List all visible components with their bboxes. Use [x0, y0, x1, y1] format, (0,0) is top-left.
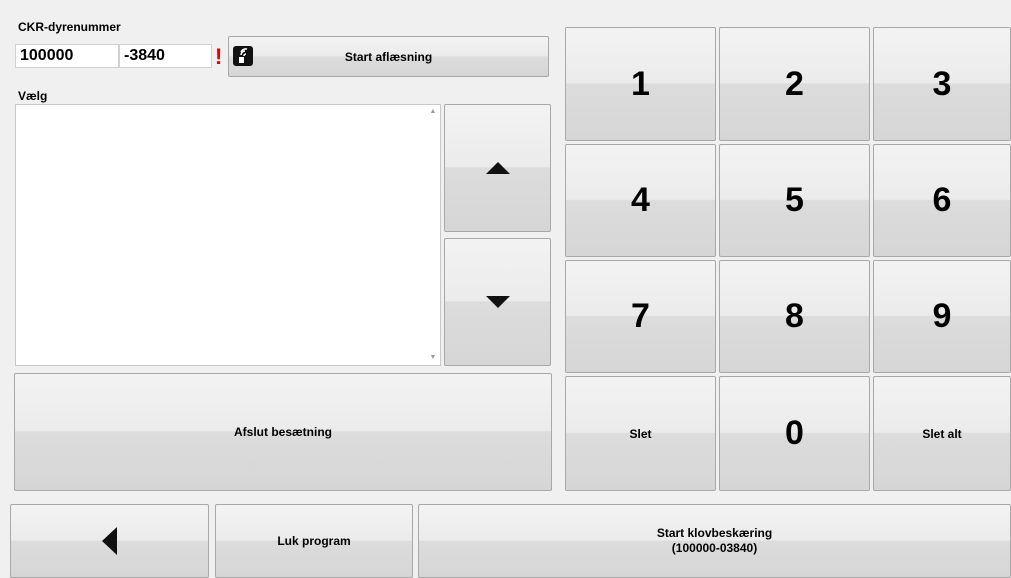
arrow-down-icon: [485, 296, 510, 308]
keypad-key-6[interactable]: 6: [873, 144, 1011, 257]
keypad-key-4[interactable]: 4: [565, 144, 716, 257]
keypad-key-9[interactable]: 9: [873, 260, 1011, 373]
finish-herd-label: Afslut besætning: [234, 425, 332, 439]
close-program-button[interactable]: Luk program: [215, 504, 413, 578]
validation-warning-icon: !: [215, 44, 223, 69]
scroll-down-arrow-icon[interactable]: ▼: [428, 353, 438, 363]
arrow-up-icon: [485, 162, 510, 174]
finish-herd-button[interactable]: Afslut besætning: [14, 373, 552, 491]
rfid-reader-icon: [233, 46, 253, 66]
back-button[interactable]: [10, 504, 209, 578]
animal-number-input[interactable]: -3840: [119, 44, 212, 68]
start-hoof-trimming-button[interactable]: Start klovbeskæring (100000-03840): [418, 504, 1011, 578]
keypad-key-1[interactable]: 1: [565, 27, 716, 141]
start-reading-label: Start aflæsning: [344, 49, 433, 64]
keypad-key-3[interactable]: 3: [873, 27, 1011, 141]
herd-number-input[interactable]: 100000: [15, 44, 119, 68]
select-label: Vælg: [18, 89, 48, 103]
keypad-delete-button[interactable]: Slet: [565, 376, 716, 491]
animal-number-label: CKR-dyrenummer: [18, 20, 121, 34]
keypad-key-8[interactable]: 8: [719, 260, 870, 373]
start-hoof-trimming-label: Start klovbeskæring: [656, 526, 773, 540]
keypad-key-5[interactable]: 5: [719, 144, 870, 257]
keypad-key-0[interactable]: 0: [719, 376, 870, 491]
list-up-button[interactable]: [444, 104, 551, 232]
start-hoof-trimming-animal-id: (100000-03840): [671, 541, 758, 555]
back-arrow-icon: [102, 527, 117, 555]
keypad-key-7[interactable]: 7: [565, 260, 716, 373]
scroll-up-arrow-icon[interactable]: ▲: [428, 107, 438, 117]
start-reading-button[interactable]: Start aflæsning: [228, 36, 549, 77]
keypad-key-2[interactable]: 2: [719, 27, 870, 141]
list-down-button[interactable]: [444, 238, 551, 366]
keypad-delete-all-button[interactable]: Slet alt: [873, 376, 1011, 491]
close-program-label: Luk program: [277, 534, 351, 548]
selection-listbox[interactable]: ▲ ▼: [15, 104, 441, 366]
